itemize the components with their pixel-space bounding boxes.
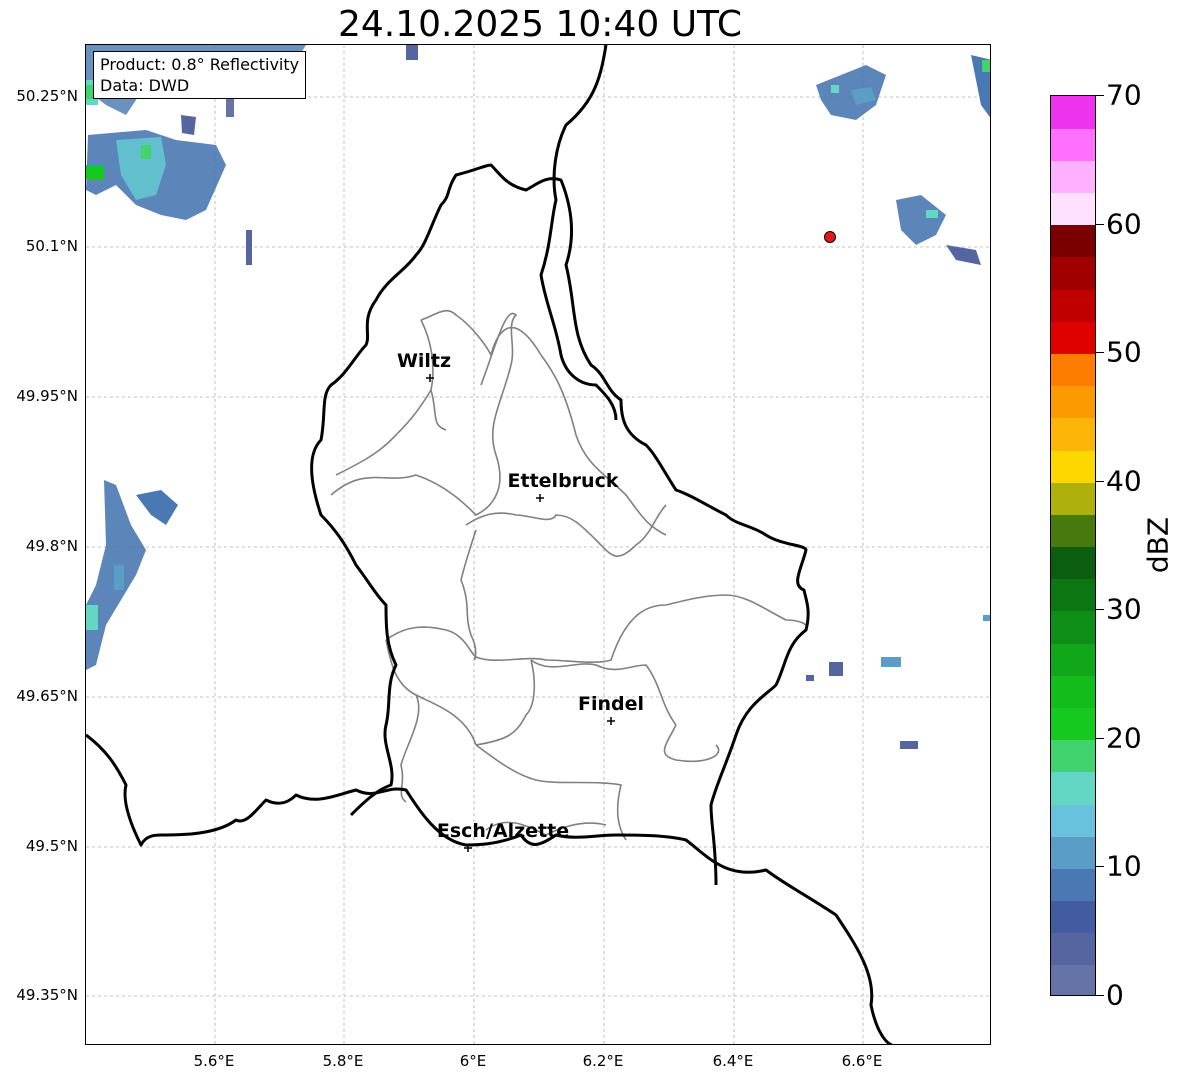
colorbar-segment [1051,289,1095,322]
colorbar-segment [1051,514,1095,548]
colorbar-segment [1051,449,1095,483]
product-info-box: Product: 0.8° Reflectivity Data: DWD [93,51,307,99]
lon-label: 5.8°E [322,1052,364,1070]
colorbar-segment [1051,353,1095,387]
map-canvas [86,45,990,1044]
lon-label: 5.6°E [193,1052,235,1070]
colorbar-tick-label: 70 [1106,78,1142,112]
colorbar-segment [1051,96,1095,129]
colorbar-segment [1051,803,1095,837]
colorbar-segment [1051,707,1095,741]
data-source-label: Data: DWD [100,76,190,95]
map-title: 24.10.2025 10:40 UTC [337,4,743,45]
lon-label: 6.4°E [712,1052,754,1070]
radar-site-marker [824,231,836,243]
colorbar-segment [1051,417,1095,451]
product-label: Product: 0.8° Reflectivity [100,55,300,74]
colorbar-segment [1051,868,1095,902]
colorbar-tick-label: 10 [1106,849,1142,883]
colorbar-segment [1051,385,1095,419]
lat-label: 50.25°N [16,87,78,105]
colorbar-tick-label: 20 [1106,721,1142,755]
colorbar-tick [1096,223,1104,225]
city-label-ettelbruck: Ettelbruck [507,470,619,492]
city-label-findel: Findel [577,693,645,715]
colorbar-tick-label: 30 [1106,592,1142,626]
lon-label: 6°E [459,1052,487,1070]
lat-label: 49.8°N [25,537,78,555]
colorbar-segment [1051,771,1095,805]
colorbar-segment [1051,160,1095,194]
colorbar-segment [1051,932,1095,966]
colorbar-tick-label: 60 [1106,207,1142,241]
lat-label: 50.1°N [25,237,78,255]
colorbar-segment [1051,546,1095,580]
colorbar-segment [1051,739,1095,773]
colorbar-segment [1051,256,1095,290]
colorbar [1050,95,1096,996]
radar-map[interactable] [85,44,991,1045]
colorbar-segment [1051,900,1095,934]
colorbar-tick [1096,737,1104,739]
colorbar-segment [1051,224,1095,258]
colorbar-tick-label: 50 [1106,335,1142,369]
lat-label: 49.35°N [16,986,78,1004]
map-gridlines [86,45,990,1044]
lon-label: 6.2°E [582,1052,624,1070]
city-label-esch-alzette: Esch/Alzette [436,820,570,842]
colorbar-segment [1051,482,1095,515]
lon-label: 6.6°E [841,1052,883,1070]
lat-label: 49.95°N [16,387,78,405]
lat-label: 49.65°N [16,687,78,705]
colorbar-segment [1051,321,1095,355]
colorbar-segment [1051,610,1095,644]
colorbar-segment [1051,643,1095,676]
colorbar-label: dBZ [1141,516,1175,574]
colorbar-tick [1096,866,1104,868]
colorbar-segment [1051,578,1095,612]
colorbar-tick [1096,95,1104,96]
colorbar-segment [1051,964,1095,995]
colorbar-tick-label: 0 [1106,978,1124,1012]
city-label-wiltz: Wiltz [396,350,452,372]
colorbar-segment [1051,128,1095,161]
colorbar-tick [1096,352,1104,354]
colorbar-tick [1096,609,1104,611]
canton-borders [330,310,807,841]
colorbar-tick [1096,995,1104,996]
colorbar-segment [1051,675,1095,708]
lat-label: 49.5°N [25,837,78,855]
colorbar-tick-label: 40 [1106,464,1142,498]
colorbar-segment [1051,192,1095,226]
colorbar-tick [1096,480,1104,482]
city-markers [426,374,615,852]
colorbar-segment [1051,836,1095,869]
